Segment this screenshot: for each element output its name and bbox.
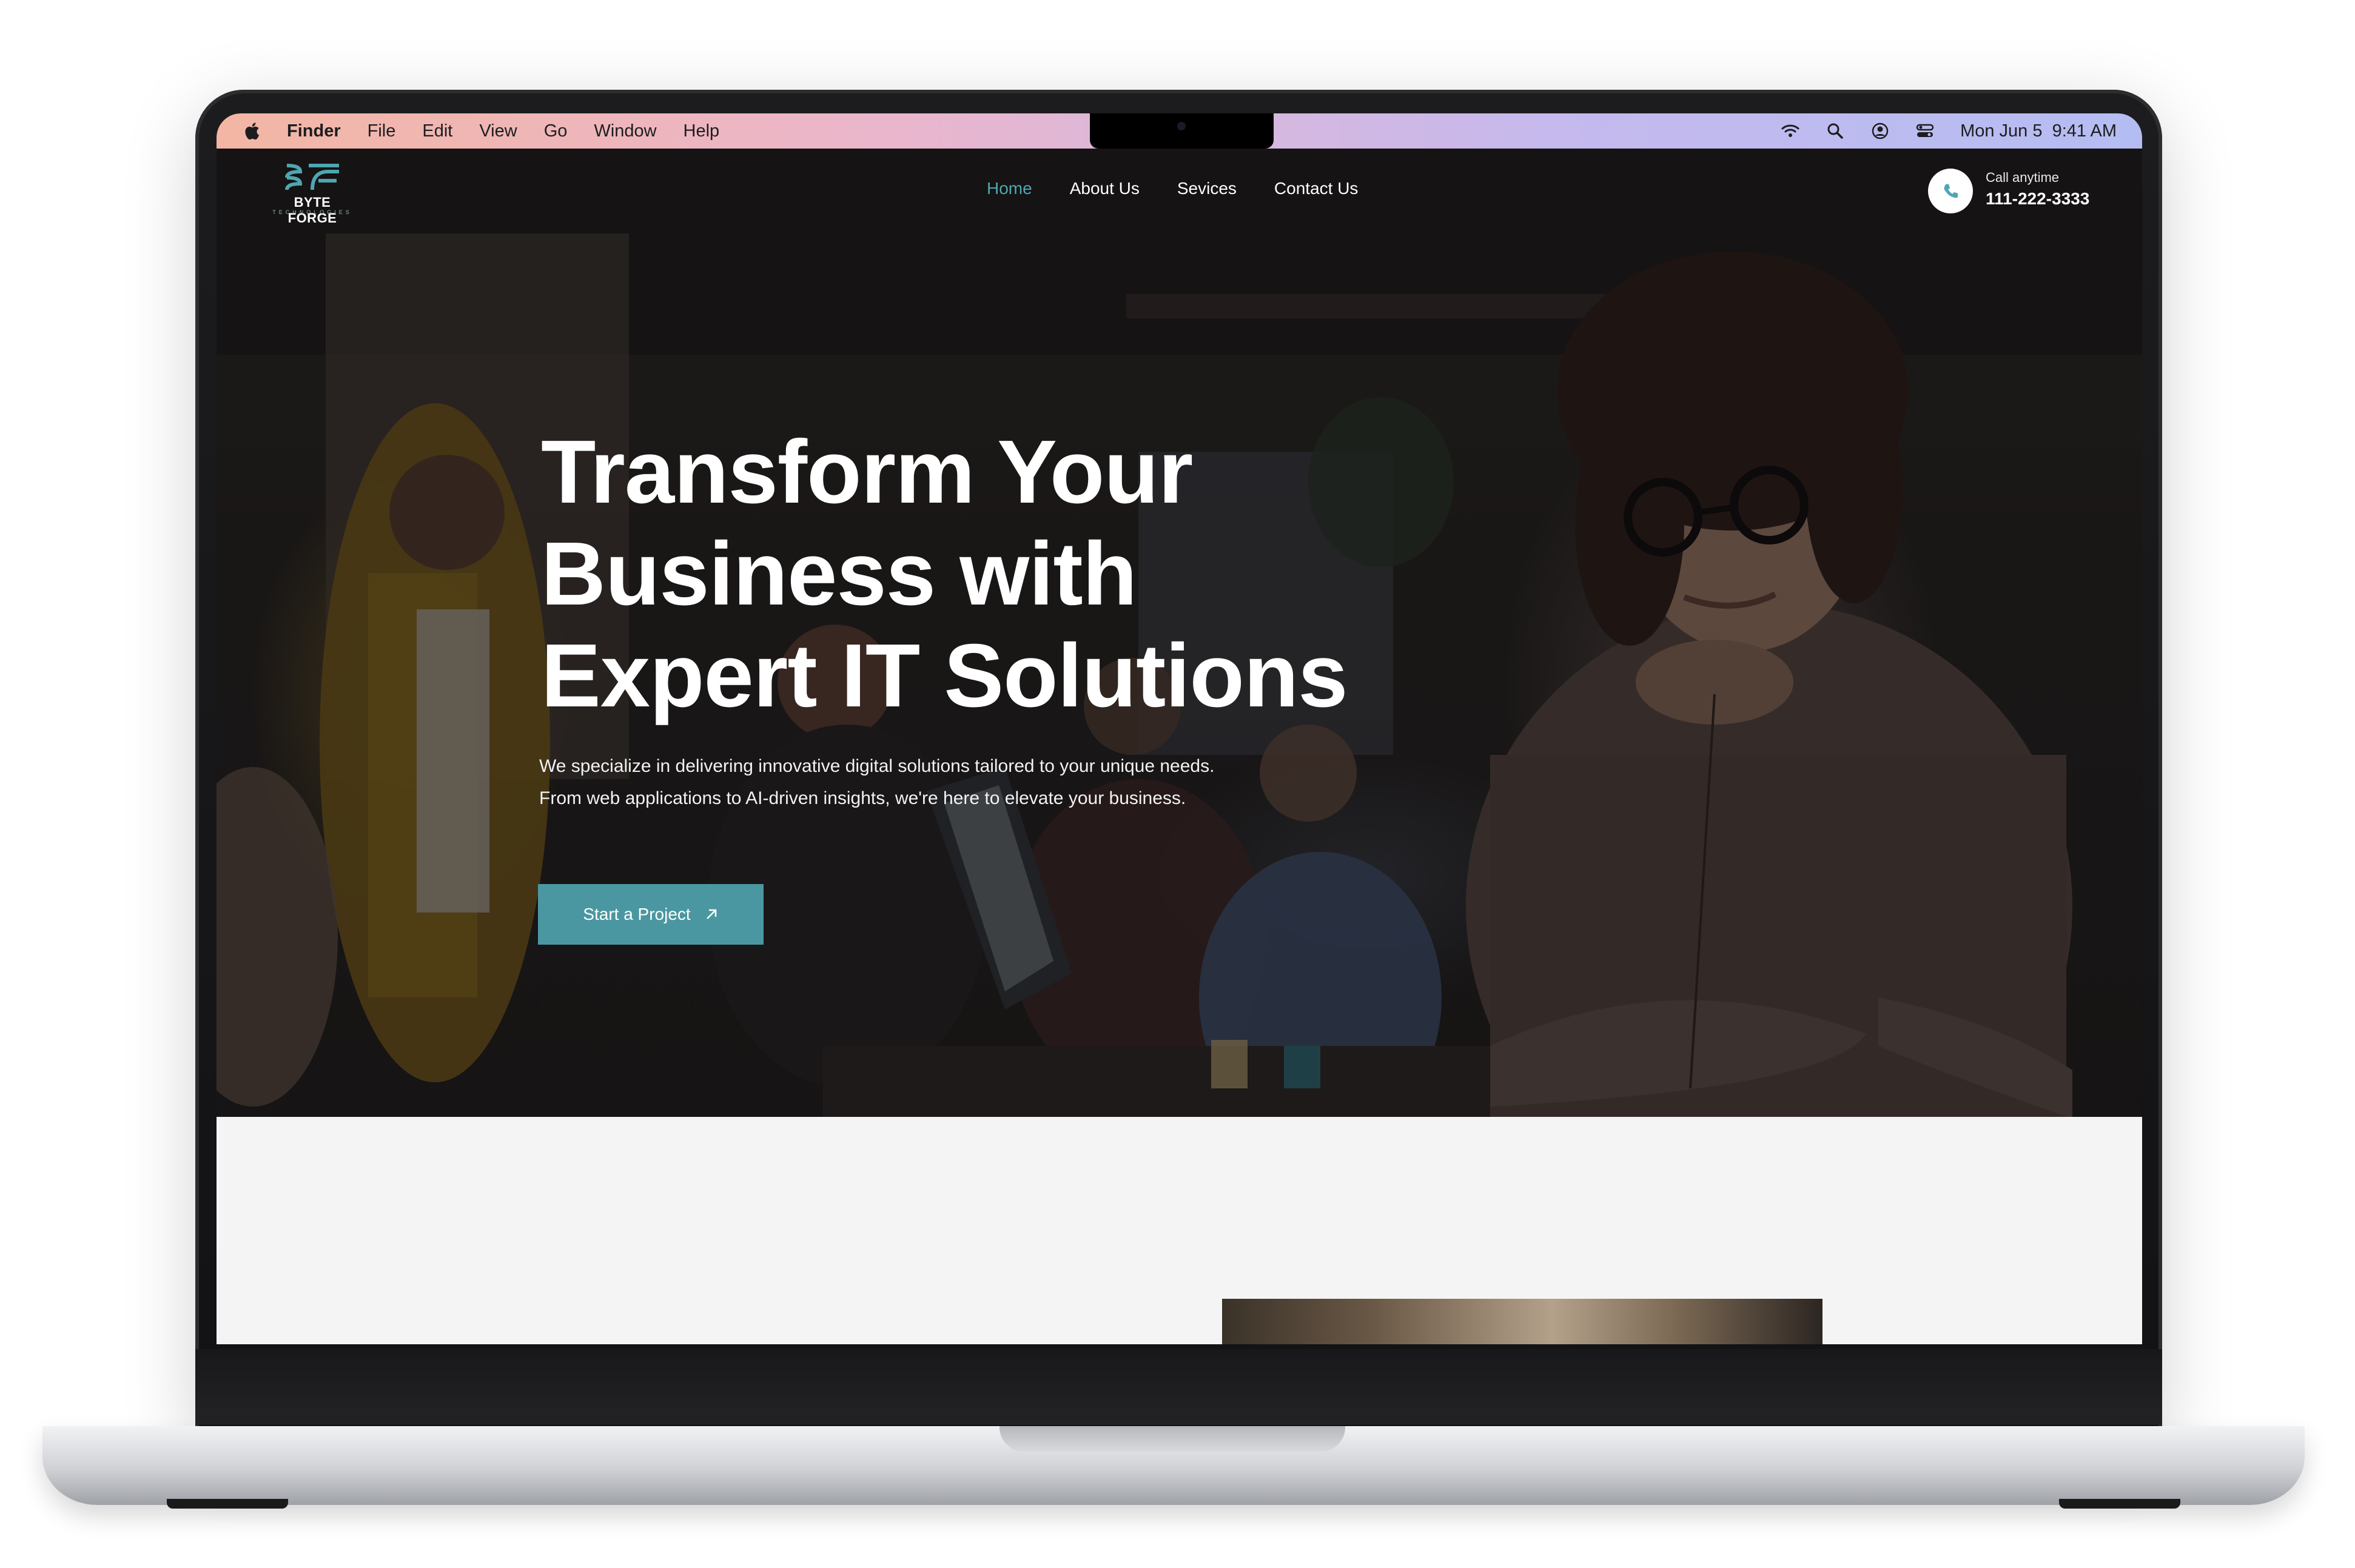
camera-notch xyxy=(1090,113,1274,149)
apple-icon[interactable] xyxy=(242,121,260,141)
site-logo[interactable]: BYTE FORGE TECHNOLOGIES xyxy=(270,161,355,226)
hero-description-line-2: From web applications to AI-driven insig… xyxy=(539,788,1186,808)
laptop-foot-right xyxy=(2059,1499,2180,1509)
next-section xyxy=(217,1117,2142,1344)
menu-view[interactable]: View xyxy=(479,121,517,141)
control-center-icon[interactable] xyxy=(1915,121,1935,141)
phone-button[interactable] xyxy=(1928,169,1973,213)
nav-link-home[interactable]: Home xyxy=(987,179,1032,198)
hero-description-line-1: We specialize in delivering innovative d… xyxy=(539,756,1215,776)
menu-go[interactable]: Go xyxy=(544,121,568,141)
camera-lens xyxy=(1177,122,1186,130)
menu-edit[interactable]: Edit xyxy=(422,121,452,141)
main-nav: Home About Us Sevices Contact Us xyxy=(987,179,1358,198)
hero-section: BYTE FORGE TECHNOLOGIES Home About Us Se… xyxy=(217,149,2142,1117)
website: BYTE FORGE TECHNOLOGIES Home About Us Se… xyxy=(217,149,2142,1344)
laptop-bottom-bezel xyxy=(195,1349,2162,1425)
laptop-base-notch xyxy=(999,1426,1345,1452)
menu-file[interactable]: File xyxy=(368,121,396,141)
hero-description: We specialize in delivering innovative d… xyxy=(539,750,1388,814)
logo-tagline: TECHNOLOGIES xyxy=(272,209,352,215)
arrow-up-right-icon xyxy=(706,909,716,919)
search-icon[interactable] xyxy=(1826,121,1845,141)
menu-bar-status: Mon Jun 5 9:41 AM xyxy=(1781,113,2117,149)
call-anytime[interactable]: Call anytime 111-222-3333 xyxy=(1928,164,2110,213)
hero-headline: Transform Your Business with Expert IT S… xyxy=(541,421,1390,727)
call-label: Call anytime xyxy=(1986,170,2060,185)
user-icon[interactable] xyxy=(1870,121,1890,141)
nav-link-about[interactable]: About Us xyxy=(1070,179,1140,198)
menu-bar-left: Finder File Edit View Go Window Help xyxy=(217,121,719,141)
stage: Finder File Edit View Go Window Help Mon… xyxy=(0,0,2355,1568)
call-number[interactable]: 111-222-3333 xyxy=(1986,189,2089,209)
hero-headline-line-2: Business with xyxy=(541,524,1137,624)
hero-headline-line-3: Expert IT Solutions xyxy=(541,626,1348,726)
menu-window[interactable]: Window xyxy=(594,121,656,141)
start-project-label: Start a Project xyxy=(583,905,691,923)
menu-help[interactable]: Help xyxy=(684,121,720,141)
laptop-foot-left xyxy=(167,1499,288,1509)
wifi-icon[interactable] xyxy=(1781,121,1800,141)
nav-link-contact[interactable]: Contact Us xyxy=(1274,179,1359,198)
section-image-partial xyxy=(1222,1299,1823,1344)
menu-bar-datetime[interactable]: Mon Jun 5 9:41 AM xyxy=(1960,121,2117,141)
menu-app-name[interactable]: Finder xyxy=(287,121,341,141)
laptop-screen: Finder File Edit View Go Window Help Mon… xyxy=(217,113,2142,1344)
logo-mark-icon xyxy=(285,164,339,190)
menu-bar: Finder File Edit View Go Window Help Mon… xyxy=(217,113,2142,149)
nav-link-services[interactable]: Sevices xyxy=(1177,179,1237,198)
start-project-button[interactable]: Start a Project xyxy=(538,884,764,945)
phone-icon xyxy=(1944,184,1958,198)
hero-headline-line-1: Transform Your xyxy=(541,422,1193,522)
